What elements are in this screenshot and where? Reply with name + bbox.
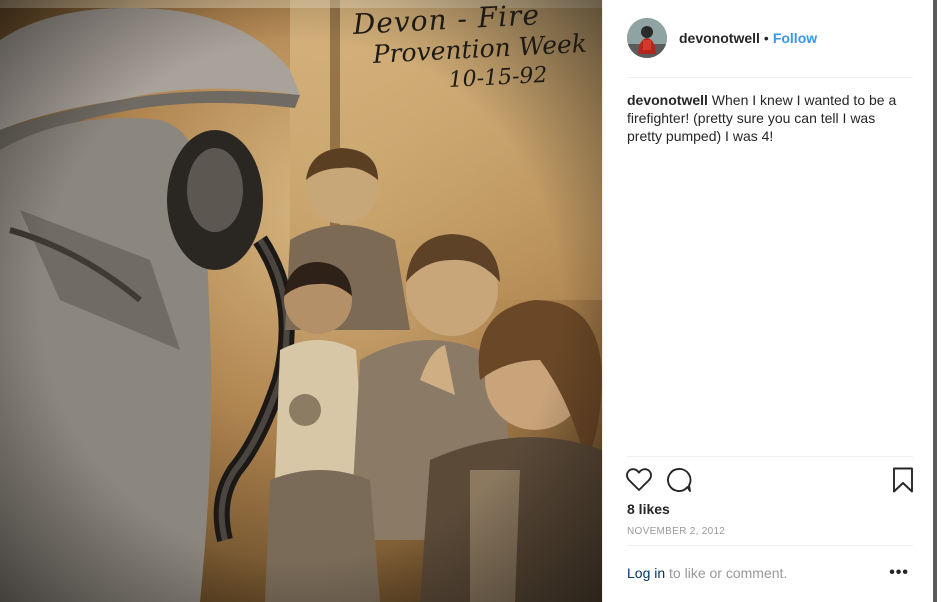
avatar[interactable] [627, 18, 667, 58]
login-link[interactable]: Log in [627, 565, 665, 581]
header-username[interactable]: devonotwell [679, 30, 760, 46]
handwriting-date: 10-15-92 [448, 62, 549, 93]
window-edge [933, 0, 937, 602]
instagram-post: Devon - Fire Provention Week 10-15-92 de… [0, 0, 941, 602]
divider [627, 545, 913, 546]
more-options-icon[interactable]: ••• [889, 565, 909, 581]
likes-count[interactable]: 8 likes [627, 501, 670, 517]
divider [627, 77, 913, 78]
post-date[interactable]: NOVEMBER 2, 2012 [627, 526, 725, 537]
avatar-image [627, 18, 667, 58]
bookmark-icon[interactable] [889, 466, 917, 494]
follow-button[interactable]: Follow [773, 30, 817, 46]
divider [627, 456, 913, 457]
post-header: devonotwell • Follow [627, 18, 817, 58]
heart-icon[interactable] [625, 466, 653, 494]
separator-dot: • [763, 30, 769, 46]
post-caption: devonotwell When I knew I wanted to be a… [627, 91, 912, 145]
newspaper-clipping-image [0, 0, 602, 602]
post-side-panel: devonotwell • Follow devonotwell When I … [602, 0, 937, 602]
login-prompt-text: to like or comment. [665, 565, 788, 581]
login-prompt: Log in to like or comment. [627, 565, 787, 581]
post-actions [625, 466, 917, 494]
caption-username[interactable]: devonotwell [627, 92, 708, 108]
post-photo[interactable]: Devon - Fire Provention Week 10-15-92 [0, 0, 602, 602]
comment-icon[interactable] [665, 466, 693, 494]
